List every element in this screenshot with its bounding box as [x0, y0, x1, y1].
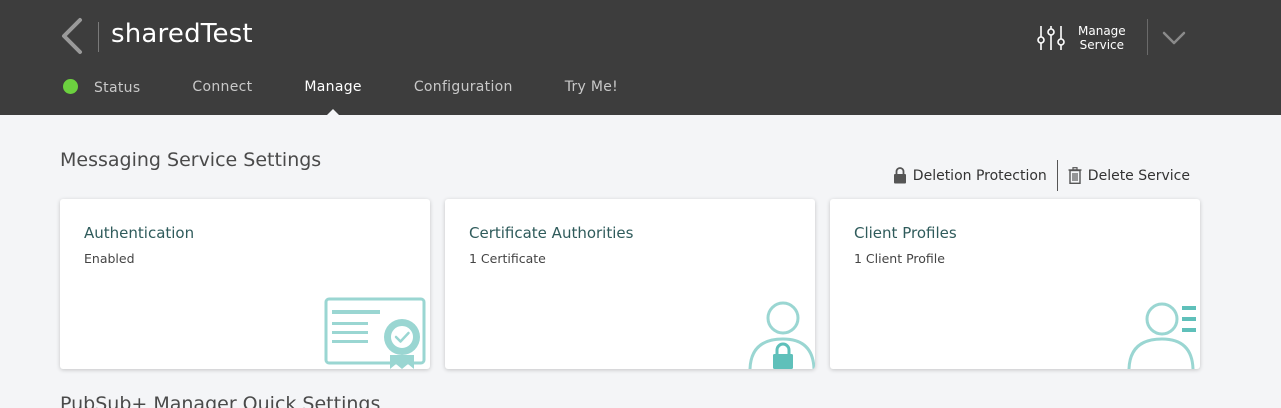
service-actions: Deletion Protection Delete Service — [893, 160, 1190, 191]
card-subtitle: Enabled — [84, 251, 135, 266]
section-title: Messaging Service Settings — [60, 149, 322, 171]
certificate-authorities-card[interactable]: Certificate Authorities 1 Certificate — [445, 199, 815, 369]
card-title: Certificate Authorities — [469, 224, 634, 242]
manage-service-label: Manage Service — [1078, 24, 1126, 52]
settings-cards: Authentication Enabled Certificate Autho… — [60, 199, 1200, 369]
title-divider — [98, 22, 99, 52]
tab-try-me[interactable]: Try Me! — [565, 79, 618, 103]
sliders-icon — [1037, 26, 1065, 50]
tab-status[interactable]: Status — [60, 79, 140, 103]
service-title: sharedTest — [111, 19, 253, 49]
service-header: sharedTest Manage Service Status Connect… — [0, 0, 1281, 115]
tab-connect[interactable]: Connect — [192, 79, 252, 103]
card-subtitle: 1 Client Profile — [854, 251, 945, 266]
header-divider — [1147, 19, 1148, 55]
trash-icon — [1068, 167, 1082, 184]
tab-configuration[interactable]: Configuration — [414, 79, 513, 103]
manage-service-button[interactable]: Manage Service — [1036, 21, 1126, 55]
status-indicator-icon — [63, 79, 78, 94]
client-profiles-card[interactable]: Client Profiles 1 Client Profile — [830, 199, 1200, 369]
delete-service-button[interactable]: Delete Service — [1068, 167, 1190, 184]
service-tabs: Status Connect Manage Configuration Try … — [60, 79, 618, 115]
back-arrow-icon[interactable] — [58, 17, 88, 55]
authentication-card[interactable]: Authentication Enabled — [60, 199, 430, 369]
actions-divider — [1056, 160, 1058, 191]
user-lock-icon — [748, 301, 815, 369]
chevron-down-icon[interactable] — [1160, 26, 1188, 50]
user-list-icon — [1127, 302, 1196, 369]
tab-manage[interactable]: Manage — [304, 79, 362, 115]
deletion-protection-button[interactable]: Deletion Protection — [893, 167, 1047, 184]
card-title: Authentication — [84, 224, 195, 242]
card-title: Client Profiles — [854, 224, 957, 242]
card-subtitle: 1 Certificate — [469, 251, 546, 266]
quick-settings-title: PubSub+ Manager Quick Settings — [60, 393, 381, 408]
lock-icon — [893, 167, 906, 184]
certificate-icon — [324, 297, 426, 369]
